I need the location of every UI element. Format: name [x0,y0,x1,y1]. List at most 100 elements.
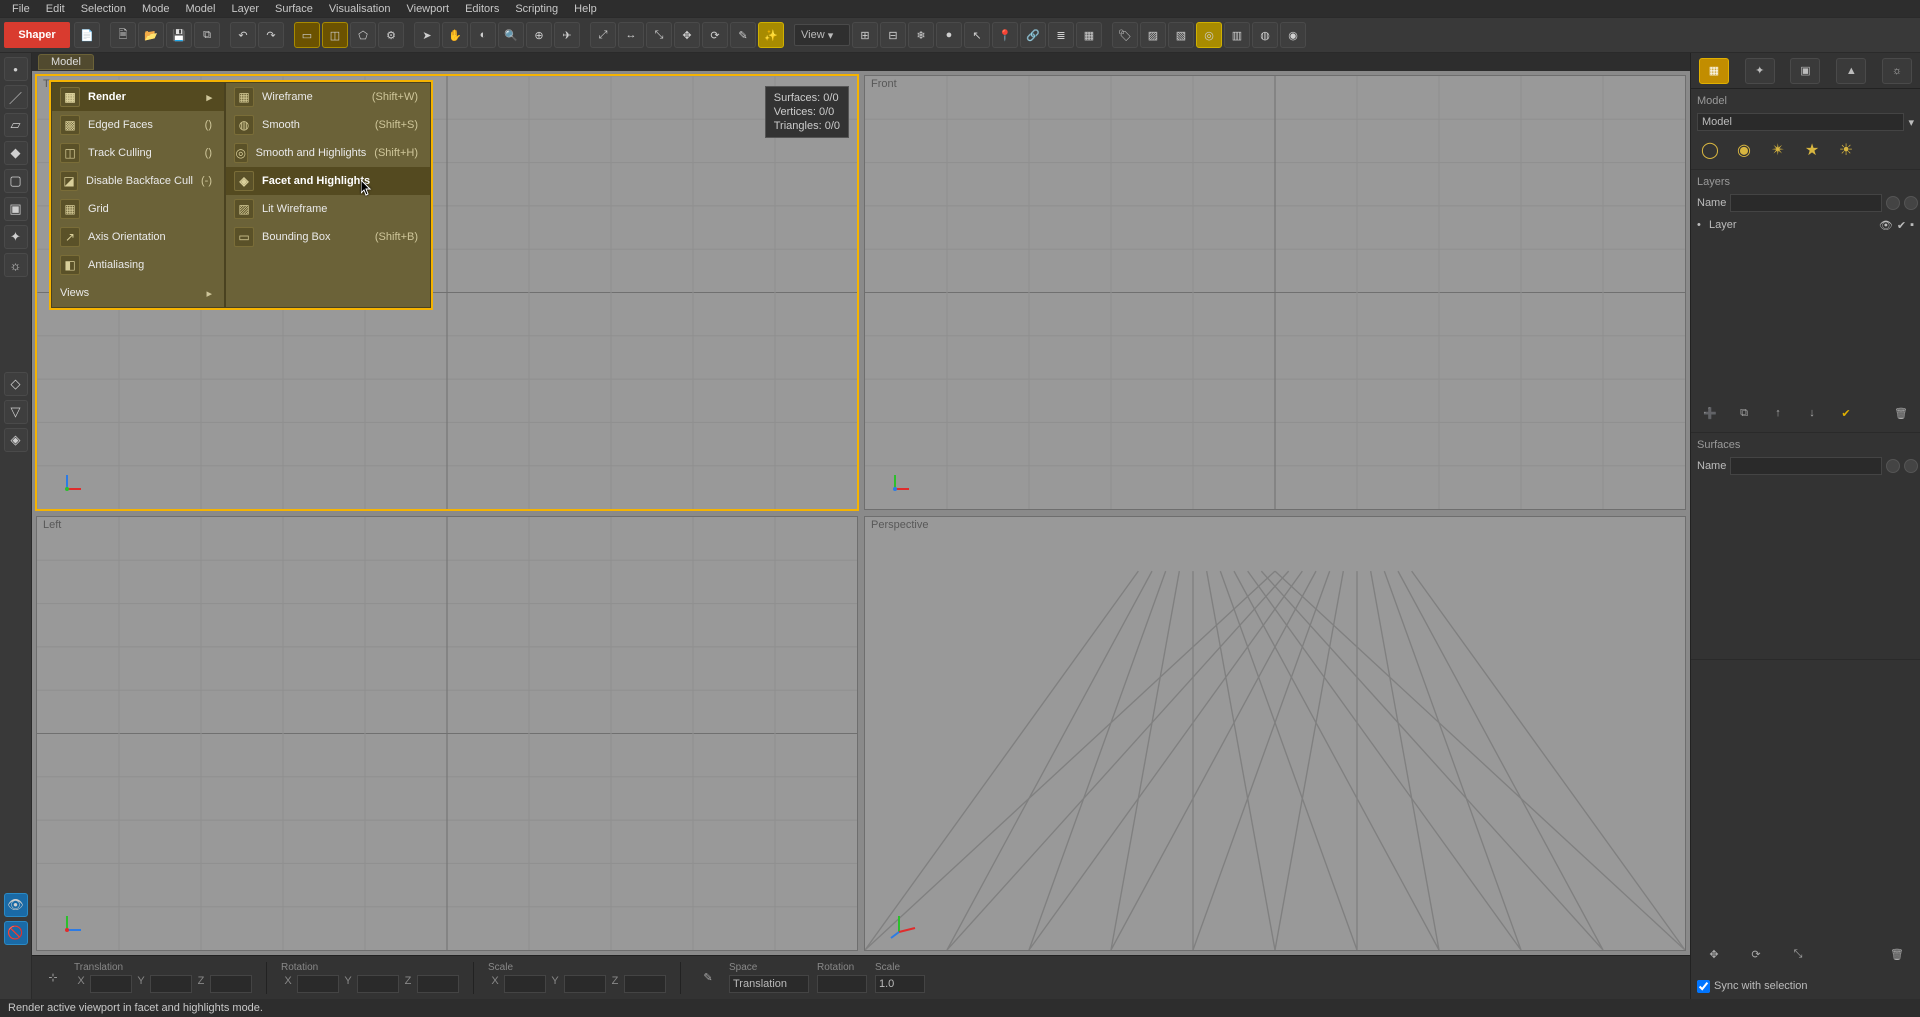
ctx-wireframe[interactable]: ▦Wireframe(Shift+W) [226,83,430,111]
ry-input[interactable] [357,975,399,993]
rp-move-pill-icon[interactable]: ✥ [1699,939,1729,969]
rp-surf-name-input[interactable] [1730,457,1882,475]
ctx-backface-cull[interactable]: ◪Disable Backface Cull(-) [52,167,224,195]
rp-toggle-a-icon[interactable]: ◯ [1699,139,1721,161]
panel-icon[interactable]: ▦ [1076,22,1102,48]
plane-icon[interactable]: ✈ [554,22,580,48]
ctx-edged-faces[interactable]: ▩Edged Faces() [52,111,224,139]
orbit-icon[interactable]: ◐ [470,22,496,48]
rx-input[interactable] [297,975,339,993]
redo-icon[interactable]: ↷ [258,22,284,48]
lt-c-icon[interactable]: ☼ [4,253,28,277]
rz-input[interactable] [417,975,459,993]
ctx-track-culling[interactable]: ◫Track Culling() [52,139,224,167]
hier-a-icon[interactable]: ⊞ [852,22,878,48]
dot-a[interactable] [1886,196,1900,210]
lt-point-icon[interactable]: • [4,57,28,81]
rp-tab-e-icon[interactable]: ☼ [1882,58,1912,84]
sy-input[interactable] [564,975,606,993]
open-file-icon[interactable]: 📂 [138,22,164,48]
new-file-icon[interactable]: 🗎 [110,22,136,48]
layer-add-icon[interactable]: ➕ [1699,402,1721,424]
tz-input[interactable] [210,975,252,993]
view-dropdown[interactable]: View ▾ [794,24,850,46]
ctx-facet-hl[interactable]: ◈Facet and Highlights [226,167,430,195]
lt-face-icon[interactable]: ▱ [4,113,28,137]
shade-f-icon[interactable]: ◉ [1280,22,1306,48]
lt-a-icon[interactable]: ▢ [4,169,28,193]
rp-scale-pill-icon[interactable]: ⤡ [1783,939,1813,969]
undo-icon[interactable]: ↶ [230,22,256,48]
layer-lock-icon[interactable]: ✔ [1897,219,1906,232]
ctx-smooth-hl[interactable]: ◎Smooth and Highlights(Shift+H) [226,139,430,167]
menu-edit[interactable]: Edit [38,2,73,16]
ctx-smooth[interactable]: ◍Smooth(Shift+S) [226,111,430,139]
hier-c-icon[interactable]: ❄ [908,22,934,48]
lt-obj-icon[interactable]: ◆ [4,141,28,165]
rp-tab-b-icon[interactable]: ✦ [1745,58,1775,84]
rp-layer-entry[interactable]: Layer [1709,219,1737,231]
menu-editors[interactable]: Editors [457,2,507,16]
shade-e-icon[interactable]: ◍ [1252,22,1278,48]
brush-tool-icon[interactable]: ✎ [695,965,721,991]
ctx-views[interactable]: Views▸ [52,279,224,307]
menu-visualisation[interactable]: Visualisation [321,2,399,16]
menu-file[interactable]: File [4,2,38,16]
layer-delete-icon[interactable]: 🗑 [1890,402,1912,424]
ctx-axis-orient[interactable]: ↗Axis Orientation [52,223,224,251]
layer-vis-icon[interactable]: 👁 [1879,219,1893,232]
rp-toggle-e-icon[interactable]: ☀ [1835,139,1857,161]
menu-layer[interactable]: Layer [223,2,267,16]
select-lasso-icon[interactable]: ◫ [322,22,348,48]
sphere-icon[interactable]: ● [936,22,962,48]
copy-icon[interactable]: ⧉ [194,22,220,48]
sdot-b[interactable] [1904,459,1918,473]
pointer-icon[interactable]: ➤ [414,22,440,48]
rp-tab-c-icon[interactable]: ▣ [1790,58,1820,84]
tool-a-icon[interactable]: ⤢ [590,22,616,48]
shade-a-icon[interactable]: ▨ [1140,22,1166,48]
ctx-grid[interactable]: ▦Grid [52,195,224,223]
rp-toggle-d-icon[interactable]: ★ [1801,139,1823,161]
rp-model-input[interactable] [1697,113,1904,131]
lt-f-icon[interactable]: ◈ [4,428,28,452]
rp-layer-name-input[interactable] [1730,194,1882,212]
cursor-icon[interactable]: ↖ [964,22,990,48]
menu-help[interactable]: Help [566,2,605,16]
brush-icon[interactable]: ✨ [758,22,784,48]
menu-surface[interactable]: Surface [267,2,321,16]
viewport-perspective[interactable]: Perspective [864,516,1686,951]
menu-selection[interactable]: Selection [73,2,134,16]
layer-apply-icon[interactable]: ✔ [1835,402,1857,424]
rp-tab-model-icon[interactable]: ▦ [1699,58,1729,84]
sz-input[interactable] [624,975,666,993]
chevron-down-icon[interactable]: ▾ [1908,116,1914,129]
lt-b-icon[interactable]: ▣ [4,197,28,221]
ctx-antialiasing[interactable]: ◧Antialiasing [52,251,224,279]
lt-star-icon[interactable]: ✦ [4,225,28,249]
lt-hidden-icon[interactable]: 🚫 [4,921,28,945]
lt-visible-icon[interactable]: 👁 [4,893,28,917]
menu-scripting[interactable]: Scripting [507,2,566,16]
transform-icon[interactable]: ⊹ [40,965,66,991]
ctx-render[interactable]: ▦Render▸ [52,83,224,111]
shade-b-icon[interactable]: ▧ [1168,22,1194,48]
zoom-region-icon[interactable]: ⊕ [526,22,552,48]
rp-toggle-c-icon[interactable]: ✴ [1767,139,1789,161]
menu-model[interactable]: Model [178,2,224,16]
lt-edge-icon[interactable]: ／ [4,85,28,109]
rp-tab-d-icon[interactable]: ▲ [1836,58,1866,84]
menu-viewport[interactable]: Viewport [398,2,457,16]
save-file-icon[interactable]: 💾 [166,22,192,48]
scale-icon[interactable]: ✎ [730,22,756,48]
space-input[interactable] [729,975,809,993]
layer-up-icon[interactable]: ↑ [1767,402,1789,424]
zoom-icon[interactable]: 🔍 [498,22,524,48]
ctx-bbox[interactable]: ▭Bounding Box(Shift+B) [226,223,430,251]
rp-toggle-b-icon[interactable]: ◉ [1733,139,1755,161]
layer-dup-icon[interactable]: ⧉ [1733,402,1755,424]
menu-mode[interactable]: Mode [134,2,178,16]
shade-c-icon[interactable]: ◎ [1196,22,1222,48]
rot-s-input[interactable] [817,975,867,993]
lt-e-icon[interactable]: ▽ [4,400,28,424]
